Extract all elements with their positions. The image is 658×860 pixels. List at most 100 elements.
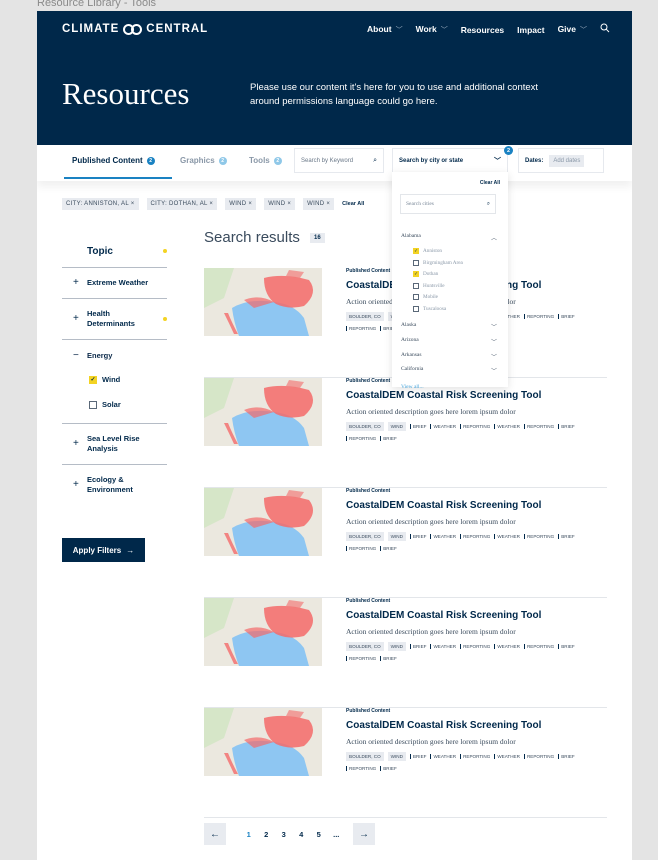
filter-chip[interactable]: CITY: DOTHAN, AL × bbox=[146, 198, 218, 210]
category-tag[interactable]: WEATHER bbox=[430, 534, 456, 539]
prev-page-button[interactable]: ← bbox=[204, 823, 226, 845]
apply-filters-button[interactable]: Apply Filters → bbox=[62, 538, 145, 562]
result-title-link[interactable]: CoastalDEM Coastal Risk Screening Tool bbox=[346, 610, 608, 621]
category-tag[interactable]: BRIEF bbox=[558, 424, 575, 429]
filter-chip[interactable]: WIND × bbox=[303, 198, 335, 210]
page-5[interactable]: 5 bbox=[310, 830, 328, 839]
category-tag[interactable]: REPORTING bbox=[523, 754, 554, 759]
state-alaska[interactable]: Alaska ﹀ bbox=[401, 322, 497, 331]
category-tag[interactable]: BRIEF bbox=[380, 546, 397, 551]
category-tag[interactable]: WEATHER bbox=[430, 424, 456, 429]
category-tag[interactable]: WEATHER bbox=[430, 754, 456, 759]
tab-tools[interactable]: Tools 2 bbox=[249, 156, 282, 165]
clear-all-filters-link[interactable]: Clear All bbox=[342, 201, 364, 207]
nav-item-impact[interactable]: Impact bbox=[517, 25, 544, 35]
category-tag[interactable]: BRIEF bbox=[409, 534, 426, 539]
category-tag[interactable]: REPORTING bbox=[346, 766, 376, 771]
checkbox-icon[interactable] bbox=[413, 260, 419, 266]
category-tag[interactable]: BRIEF bbox=[380, 656, 397, 661]
category-tag[interactable]: REPORTING bbox=[523, 424, 554, 429]
tab-graphics[interactable]: Graphics 2 bbox=[180, 156, 227, 165]
checkbox-icon[interactable] bbox=[413, 294, 419, 300]
city-option[interactable]: ✓ Dothan bbox=[413, 271, 438, 277]
tab-published-content[interactable]: Published Content 2 bbox=[72, 156, 155, 165]
category-extreme-weather[interactable]: + Extreme Weather bbox=[62, 268, 167, 299]
result-title-link[interactable]: CoastalDEM Coastal Risk Screening Tool bbox=[346, 720, 608, 731]
filter-chip[interactable]: WIND × bbox=[264, 198, 296, 210]
city-search-input[interactable]: Search cities ⌕ bbox=[400, 194, 496, 214]
city-option[interactable]: Mobile bbox=[413, 294, 438, 300]
location-tag[interactable]: BOULDER, CO bbox=[346, 532, 384, 541]
view-all-states-link[interactable]: View all... bbox=[401, 384, 424, 390]
result-map-thumbnail[interactable] bbox=[204, 488, 322, 556]
category-tag[interactable]: BRIEF bbox=[558, 644, 575, 649]
result-title-link[interactable]: CoastalDEM Coastal Risk Screening Tool bbox=[346, 500, 608, 511]
checkbox-checked-icon[interactable]: ✓ bbox=[89, 375, 97, 384]
add-dates-input[interactable]: Add dates bbox=[549, 154, 585, 167]
result-map-thumbnail[interactable] bbox=[204, 598, 322, 666]
option-solar[interactable]: Solar bbox=[62, 392, 167, 417]
category-energy-header[interactable]: − Energy bbox=[62, 340, 167, 367]
city-option[interactable]: Tuscaloosa bbox=[413, 306, 446, 312]
dropdown-clear-all[interactable]: Clear All bbox=[480, 180, 500, 186]
city-state-select[interactable]: Search by city or state ﹀ bbox=[392, 148, 508, 173]
category-tag[interactable]: REPORTING bbox=[346, 436, 376, 441]
logo[interactable]: CLIMATE CENTRAL bbox=[62, 23, 208, 35]
category-tag[interactable]: BRIEF bbox=[409, 424, 426, 429]
category-ecology-environment[interactable]: + Ecology & Environment bbox=[62, 465, 167, 505]
page-4[interactable]: 4 bbox=[293, 830, 311, 839]
page-2[interactable]: 2 bbox=[258, 830, 276, 839]
category-tag[interactable]: REPORTING bbox=[346, 326, 376, 331]
page-3[interactable]: 3 bbox=[275, 830, 293, 839]
category-tag[interactable]: REPORTING bbox=[346, 546, 376, 551]
category-health-determinants[interactable]: + Health Determinants bbox=[62, 299, 167, 340]
category-tag[interactable]: REPORTING bbox=[523, 644, 554, 649]
category-tag[interactable]: BRIEF bbox=[409, 644, 426, 649]
checkbox-icon[interactable] bbox=[413, 283, 419, 289]
state-alabama[interactable]: Alabama ︿ bbox=[401, 233, 497, 242]
location-tag[interactable]: BOULDER, CO bbox=[346, 422, 384, 431]
city-option[interactable]: Huntsville bbox=[413, 283, 445, 289]
result-map-thumbnail[interactable] bbox=[204, 268, 322, 336]
category-tag[interactable]: WEATHER bbox=[494, 644, 520, 649]
search-icon[interactable]: ⌕ bbox=[487, 201, 490, 208]
nav-item-give[interactable]: Give ﹀ bbox=[558, 24, 587, 35]
location-tag[interactable]: BOULDER, CO bbox=[346, 752, 384, 761]
category-tag[interactable]: WEATHER bbox=[494, 754, 520, 759]
category-tag[interactable]: BRIEF bbox=[558, 314, 575, 319]
location-tag[interactable]: WIND bbox=[387, 532, 406, 541]
category-tag[interactable]: REPORTING bbox=[460, 644, 490, 649]
checkbox-icon[interactable] bbox=[89, 400, 97, 409]
category-tag[interactable]: REPORTING bbox=[460, 754, 490, 759]
keyword-search-input[interactable]: Search by Keyword ⌕ bbox=[294, 148, 384, 173]
state-california[interactable]: California ﹀ bbox=[401, 366, 497, 375]
location-tag[interactable]: BOULDER, CO bbox=[346, 312, 384, 321]
category-tag[interactable]: WEATHER bbox=[430, 644, 456, 649]
location-tag[interactable]: BOULDER, CO bbox=[346, 642, 384, 651]
result-card[interactable]: Published ContentCoastalDEM Coastal Risk… bbox=[204, 378, 607, 488]
category-tag[interactable]: WEATHER bbox=[494, 534, 520, 539]
category-tag[interactable]: WEATHER bbox=[494, 424, 520, 429]
city-option[interactable]: ✓ Anniston bbox=[413, 248, 442, 254]
result-card[interactable]: Published ContentCoastalDEM Coastal Risk… bbox=[204, 598, 607, 708]
nav-item-work[interactable]: Work ﹀ bbox=[416, 24, 448, 35]
dates-field[interactable]: Dates: Add dates bbox=[518, 148, 604, 173]
search-icon[interactable] bbox=[600, 23, 610, 36]
category-tag[interactable]: REPORTING bbox=[523, 534, 554, 539]
filter-chip[interactable]: CITY: ANNISTON, AL × bbox=[62, 198, 139, 210]
page-1[interactable]: 1 bbox=[240, 830, 258, 839]
city-option[interactable]: Birgmingham Area bbox=[413, 260, 463, 266]
category-tag[interactable]: REPORTING bbox=[460, 424, 490, 429]
category-tag[interactable]: REPORTING bbox=[460, 534, 490, 539]
checkbox-icon[interactable] bbox=[413, 306, 419, 312]
state-arizona[interactable]: Arizona ﹀ bbox=[401, 337, 497, 346]
category-sea-level-rise[interactable]: + Sea Level Rise Analysis bbox=[62, 424, 167, 465]
checkbox-checked-icon[interactable]: ✓ bbox=[413, 271, 419, 277]
category-tag[interactable]: BRIEF bbox=[558, 534, 575, 539]
category-tag[interactable]: BRIEF bbox=[409, 754, 426, 759]
category-tag[interactable]: REPORTING bbox=[346, 656, 376, 661]
result-card[interactable]: Published ContentCoastalDEM Coastal Risk… bbox=[204, 488, 607, 598]
filter-chip[interactable]: WIND × bbox=[225, 198, 257, 210]
nav-item-resources[interactable]: Resources bbox=[461, 25, 504, 35]
option-wind[interactable]: ✓ Wind bbox=[62, 367, 167, 392]
